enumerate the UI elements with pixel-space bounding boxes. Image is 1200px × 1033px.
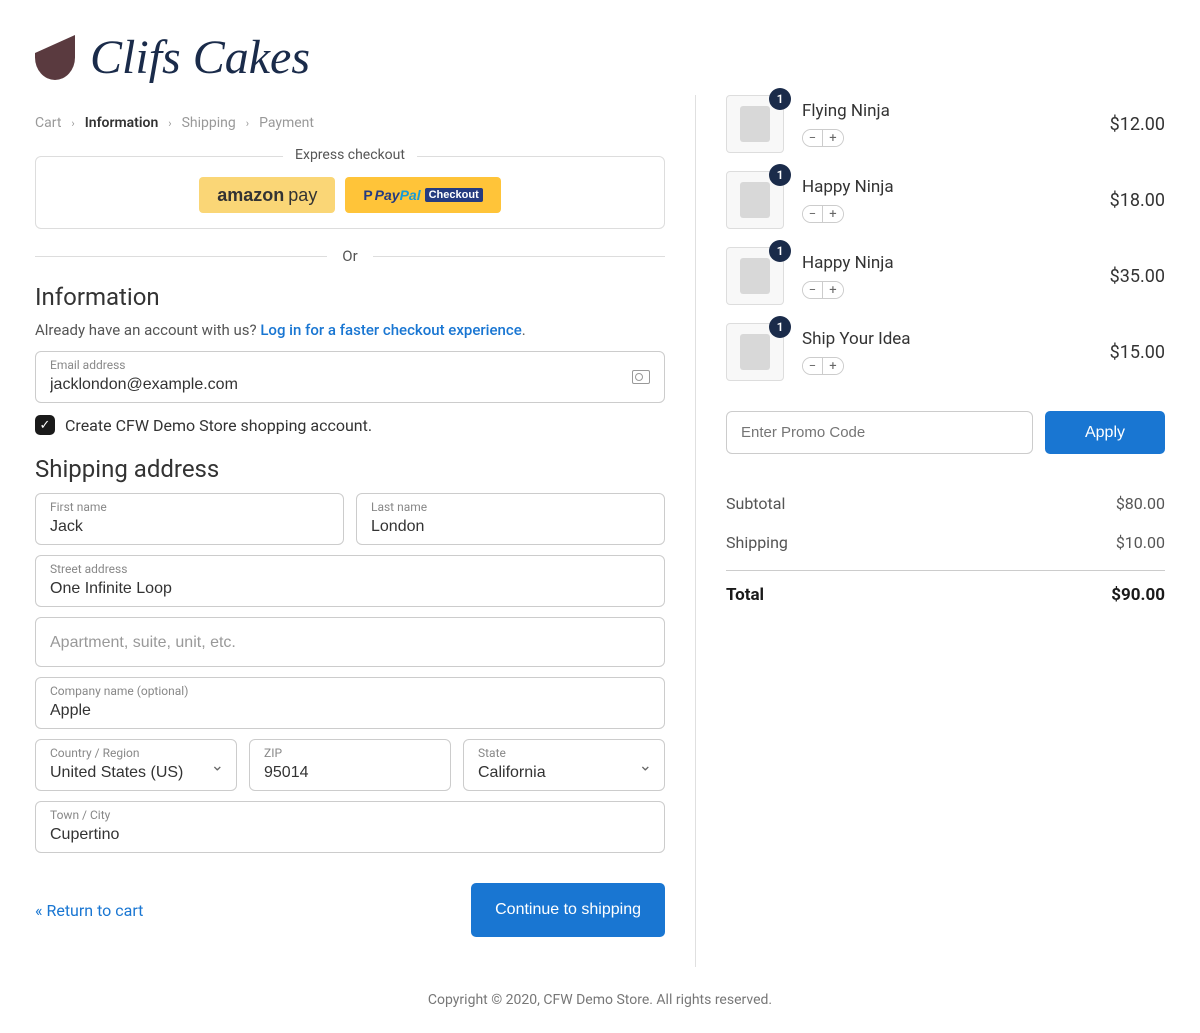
continue-to-shipping-button[interactable]: Continue to shipping [471,883,665,937]
product-thumbnail: 1 [726,323,784,381]
product-price: $15.00 [1110,342,1165,363]
product-thumbnail: 1 [726,171,784,229]
product-name: Flying Ninja [802,101,1092,121]
quantity-badge: 1 [769,316,791,338]
company-field[interactable]: Company name (optional) [35,677,665,729]
increase-quantity-button[interactable]: + [823,130,843,146]
product-name: Ship Your Idea [802,329,1092,349]
shipping-heading: Shipping address [35,455,665,483]
product-price: $35.00 [1110,266,1165,287]
company-input[interactable] [50,702,650,720]
paypal-checkout-button[interactable]: P PayPal Checkout [345,177,500,213]
state-select[interactable] [478,764,650,782]
decrease-quantity-button[interactable]: − [803,358,823,374]
shipping-row: Shipping $10.00 [726,523,1165,562]
chevron-right-icon: › [168,117,171,130]
quantity-badge: 1 [769,88,791,110]
quantity-badge: 1 [769,164,791,186]
country-field[interactable]: Country / Region ⌄ [35,739,237,791]
zip-field[interactable]: ZIP [249,739,451,791]
product-name: Happy Ninja [802,253,1092,273]
breadcrumb-information: Information [85,115,159,131]
product-thumbnail: 1 [726,95,784,153]
breadcrumb-payment[interactable]: Payment [259,115,314,131]
logo-icon [35,35,75,80]
cart-items-list: 1 Flying Ninja − + $12.00 1 Happy Ninja … [726,95,1165,381]
cart-item: 1 Happy Ninja − + $18.00 [726,171,1165,229]
cart-item: 1 Ship Your Idea − + $15.00 [726,323,1165,381]
email-input[interactable] [50,376,650,394]
breadcrumb-cart[interactable]: Cart [35,115,61,131]
login-prompt: Already have an account with us? Log in … [35,321,665,339]
information-heading: Information [35,283,665,311]
apartment-field[interactable] [35,617,665,667]
amazon-pay-button[interactable]: amazonpay [199,177,335,213]
login-link[interactable]: Log in for a faster checkout experience [260,321,521,339]
increase-quantity-button[interactable]: + [823,282,843,298]
promo-code-input[interactable] [726,411,1033,454]
cart-item: 1 Happy Ninja − + $35.00 [726,247,1165,305]
total-row: Total $90.00 [726,570,1165,615]
breadcrumb-shipping[interactable]: Shipping [182,115,236,131]
logo[interactable]: Clifs Cakes [35,30,1165,85]
quantity-stepper[interactable]: − + [802,205,844,223]
footer-copyright: Copyright © 2020, CFW Demo Store. All ri… [0,967,1200,1033]
decrease-quantity-button[interactable]: − [803,282,823,298]
contact-card-icon [632,370,650,384]
city-field[interactable]: Town / City [35,801,665,853]
create-account-checkbox[interactable]: ✓ [35,415,55,435]
last-name-input[interactable] [371,518,650,536]
apartment-input[interactable] [50,634,650,652]
email-field[interactable]: Email address [35,351,665,403]
quantity-badge: 1 [769,240,791,262]
product-name: Happy Ninja [802,177,1092,197]
quantity-stepper[interactable]: − + [802,281,844,299]
street-address-field[interactable]: Street address [35,555,665,607]
increase-quantity-button[interactable]: + [823,358,843,374]
logo-text: Clifs Cakes [90,30,310,85]
increase-quantity-button[interactable]: + [823,206,843,222]
cart-item: 1 Flying Ninja − + $12.00 [726,95,1165,153]
breadcrumb: Cart › Information › Shipping › Payment [35,95,665,146]
country-select[interactable] [50,764,222,782]
state-field[interactable]: State ⌄ [463,739,665,791]
express-checkout-title: Express checkout [283,147,417,163]
or-divider: Or [35,247,665,265]
product-thumbnail: 1 [726,247,784,305]
decrease-quantity-button[interactable]: − [803,206,823,222]
last-name-field[interactable]: Last name [356,493,665,545]
subtotal-row: Subtotal $80.00 [726,484,1165,523]
first-name-input[interactable] [50,518,329,536]
first-name-field[interactable]: First name [35,493,344,545]
chevron-right-icon: › [71,117,74,130]
product-price: $12.00 [1110,114,1165,135]
decrease-quantity-button[interactable]: − [803,130,823,146]
create-account-label: Create CFW Demo Store shopping account. [65,416,372,435]
zip-input[interactable] [264,764,436,782]
street-address-input[interactable] [50,580,650,598]
product-price: $18.00 [1110,190,1165,211]
apply-promo-button[interactable]: Apply [1045,411,1165,454]
quantity-stepper[interactable]: − + [802,357,844,375]
quantity-stepper[interactable]: − + [802,129,844,147]
chevron-right-icon: › [246,117,249,130]
return-to-cart-link[interactable]: « Return to cart [35,901,143,920]
city-input[interactable] [50,826,650,844]
express-checkout-box: Express checkout amazonpay P PayPal Chec… [35,156,665,229]
